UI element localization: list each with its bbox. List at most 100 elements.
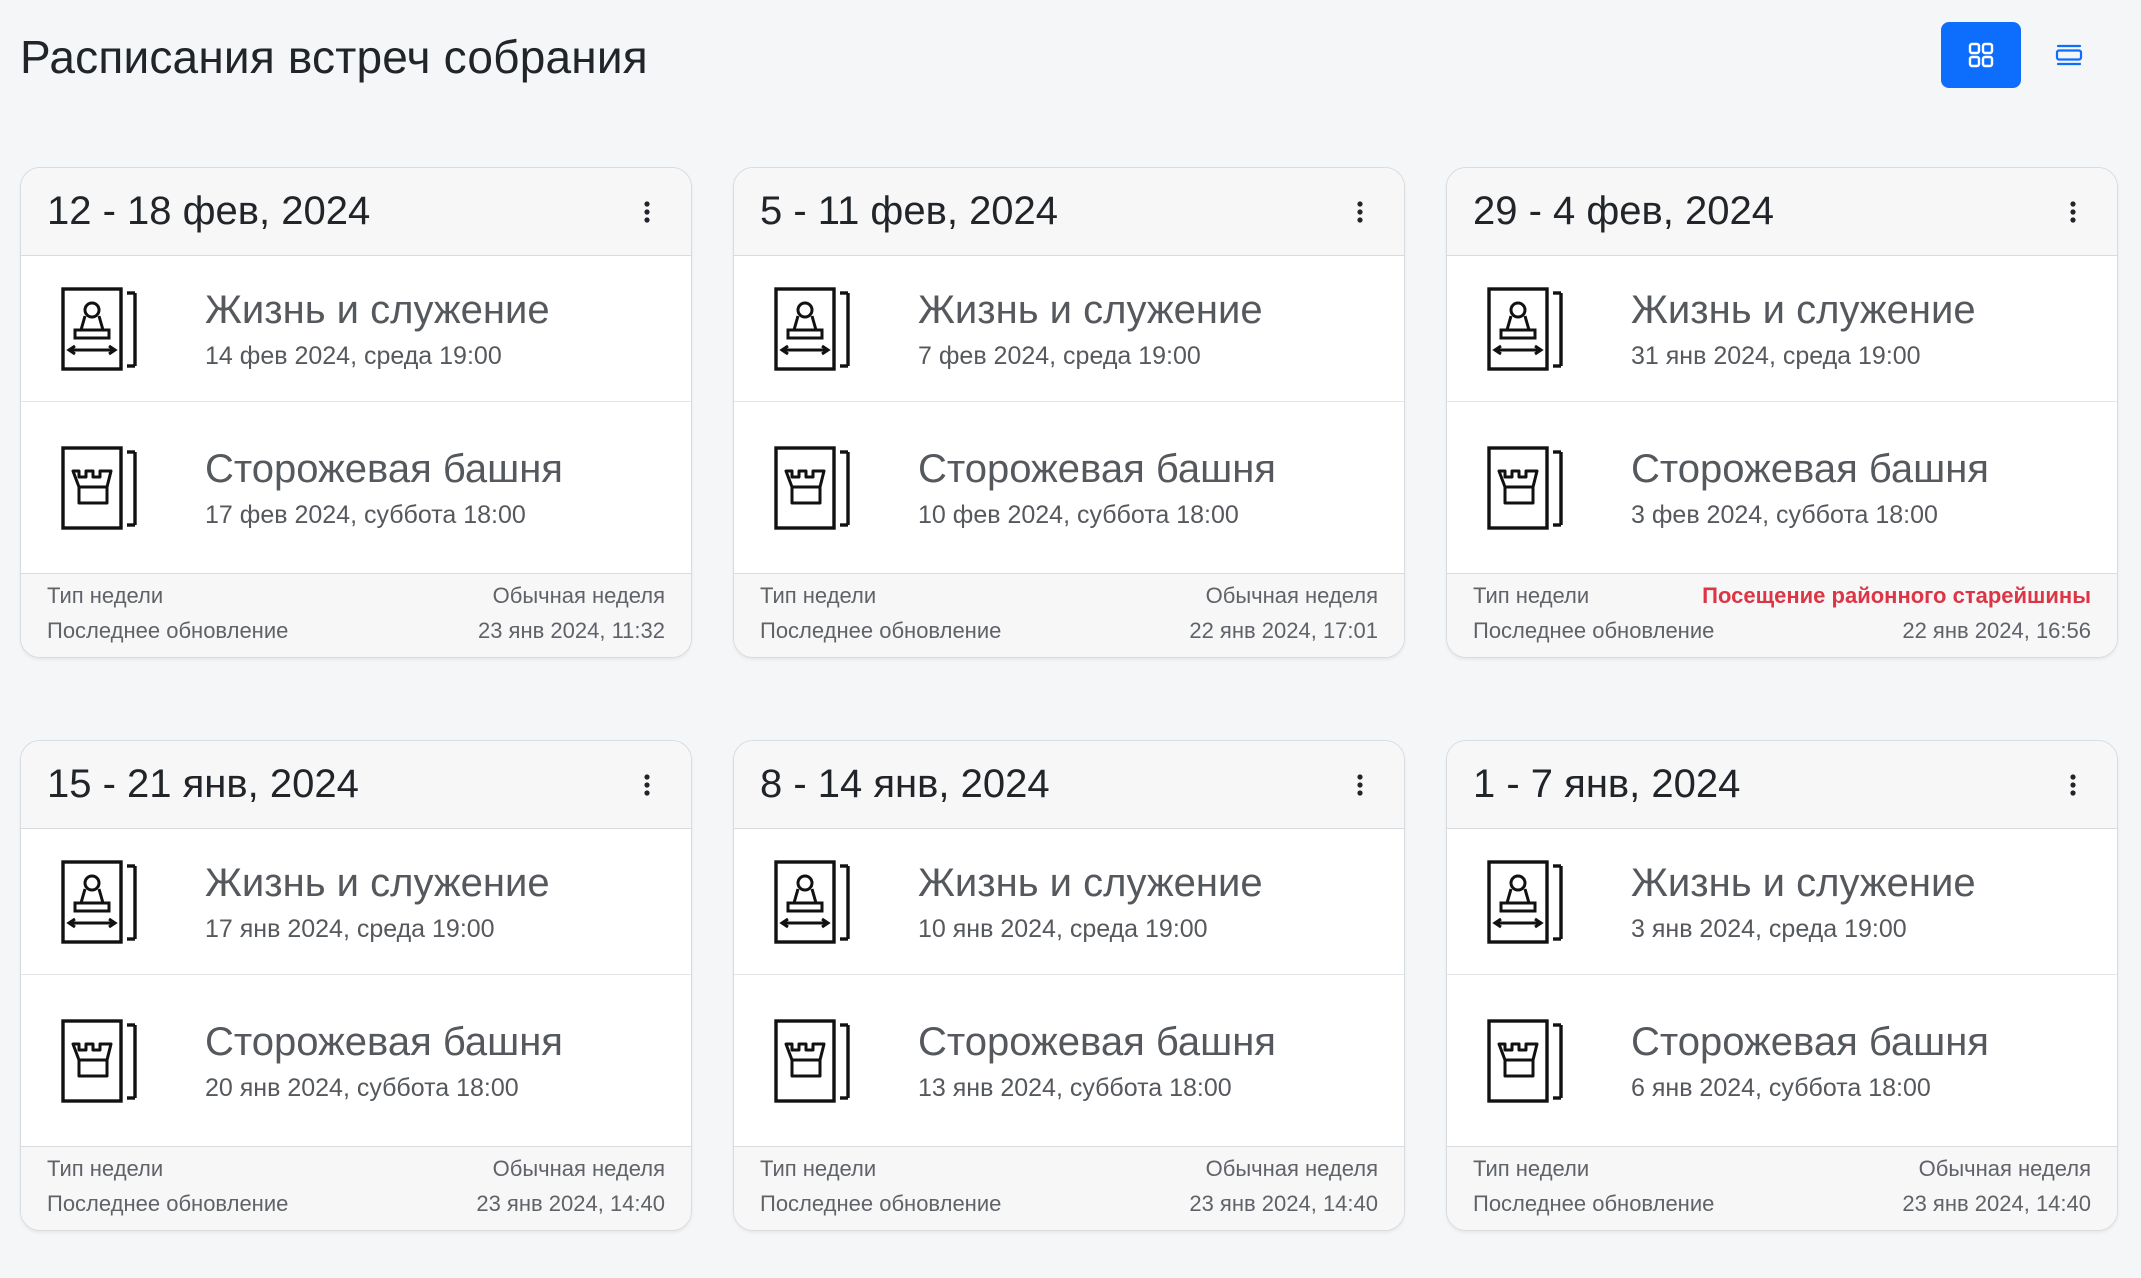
life-ministry-icon — [61, 286, 137, 371]
more-menu-button[interactable] — [2055, 192, 2091, 232]
meeting-date: 6 янв 2024, суббота 18:00 — [1631, 1074, 1931, 1102]
midweek-meeting-row[interactable]: Жизнь и служение 17 янв 2024, среда 19:0… — [21, 829, 691, 975]
week-type-value: Обычная неделя — [492, 583, 665, 608]
last-update-value: 23 янв 2024, 14:40 — [1189, 1191, 1378, 1216]
watchtower-icon — [774, 445, 850, 530]
card-footer: Тип недели Обычная неделя Последнее обно… — [734, 574, 1404, 657]
midweek-meeting-row[interactable]: Жизнь и служение 10 янв 2024, среда 19:0… — [734, 829, 1404, 975]
life-ministry-icon — [61, 859, 137, 944]
week-type-label: Тип недели — [760, 583, 877, 608]
week-type-row: Тип недели Обычная неделя — [760, 578, 1378, 613]
last-update-value: 22 янв 2024, 17:01 — [1189, 618, 1378, 643]
week-type-row: Тип недели Обычная неделя — [760, 1151, 1378, 1186]
weekend-meeting-row[interactable]: Сторожевая башня 13 янв 2024, суббота 18… — [734, 975, 1404, 1147]
last-update-row: Последнее обновление 23 янв 2024, 14:40 — [1473, 1186, 2091, 1221]
meeting-date: 31 янв 2024, среда 19:00 — [1631, 342, 1921, 370]
schedule-card: 1 - 7 янв, 2024 Жизнь и служение 3 янв 2… — [1446, 740, 2118, 1231]
page-title: Расписания встреч собрания — [20, 31, 648, 83]
view-toggle — [1941, 22, 2093, 88]
meeting-date: 10 янв 2024, среда 19:00 — [918, 915, 1208, 943]
meeting-title: Сторожевая башня — [205, 1020, 563, 1064]
last-update-row: Последнее обновление 22 янв 2024, 17:01 — [760, 613, 1378, 648]
week-type-row: Тип недели Обычная неделя — [1473, 1151, 2091, 1186]
card-footer: Тип недели Обычная неделя Последнее обно… — [21, 1147, 691, 1230]
last-update-value: 23 янв 2024, 11:32 — [477, 618, 665, 643]
kebab-icon — [2070, 200, 2076, 223]
week-type-value: Обычная неделя — [1205, 1156, 1378, 1181]
weekend-meeting-row[interactable]: Сторожевая башня 17 фев 2024, суббота 18… — [21, 402, 691, 574]
meeting-title: Сторожевая башня — [918, 1020, 1276, 1064]
kebab-icon — [1357, 773, 1363, 796]
grid-view-button[interactable] — [1941, 22, 2021, 88]
week-range: 15 - 21 янв, 2024 — [47, 762, 359, 806]
more-menu-button[interactable] — [629, 765, 665, 805]
week-type-value: Обычная неделя — [492, 1156, 665, 1181]
grid-icon — [1968, 42, 1994, 68]
watchtower-icon — [1487, 445, 1563, 530]
card-footer: Тип недели Обычная неделя Последнее обно… — [734, 1147, 1404, 1230]
meeting-title: Жизнь и служение — [918, 288, 1263, 332]
last-update-label: Последнее обновление — [760, 1191, 1002, 1216]
meeting-title: Жизнь и служение — [205, 861, 550, 905]
week-range: 8 - 14 янв, 2024 — [760, 762, 1050, 806]
watchtower-icon — [61, 1018, 137, 1103]
life-ministry-icon — [1487, 286, 1563, 371]
midweek-meeting-row[interactable]: Жизнь и служение 31 янв 2024, среда 19:0… — [1447, 256, 2117, 402]
week-type-value: Обычная неделя — [1205, 583, 1378, 608]
last-update-row: Последнее обновление 23 янв 2024, 14:40 — [760, 1186, 1378, 1221]
week-type-row: Тип недели Посещение районного старейшин… — [1473, 578, 2091, 613]
week-type-value: Посещение районного старейшины — [1702, 583, 2091, 608]
last-update-label: Последнее обновление — [1473, 618, 1715, 643]
schedule-card: 29 - 4 фев, 2024 Жизнь и служение 31 янв… — [1446, 167, 2118, 658]
week-range: 12 - 18 фев, 2024 — [47, 189, 371, 233]
kebab-icon — [2070, 773, 2076, 796]
card-header: 15 - 21 янв, 2024 — [21, 741, 691, 829]
meeting-title: Сторожевая башня — [1631, 1020, 1989, 1064]
more-menu-button[interactable] — [1342, 765, 1378, 805]
list-view-button[interactable] — [2045, 22, 2093, 88]
schedule-card: 12 - 18 фев, 2024 Жизнь и служение 14 фе… — [20, 167, 692, 658]
midweek-meeting-row[interactable]: Жизнь и служение 3 янв 2024, среда 19:00 — [1447, 829, 2117, 975]
week-range: 29 - 4 фев, 2024 — [1473, 189, 1775, 233]
week-type-label: Тип недели — [760, 1156, 877, 1181]
week-type-row: Тип недели Обычная неделя — [47, 1151, 665, 1186]
meeting-date: 3 фев 2024, суббота 18:00 — [1631, 501, 1938, 529]
weekend-meeting-row[interactable]: Сторожевая башня 10 фев 2024, суббота 18… — [734, 402, 1404, 574]
watchtower-icon — [1487, 1018, 1563, 1103]
more-menu-button[interactable] — [1342, 192, 1378, 232]
week-type-label: Тип недели — [1473, 1156, 1590, 1181]
meeting-date: 13 янв 2024, суббота 18:00 — [918, 1074, 1232, 1102]
watchtower-icon — [61, 445, 137, 530]
meeting-title: Жизнь и служение — [1631, 288, 1976, 332]
week-range: 1 - 7 янв, 2024 — [1473, 762, 1741, 806]
weekend-meeting-row[interactable]: Сторожевая башня 20 янв 2024, суббота 18… — [21, 975, 691, 1147]
last-update-label: Последнее обновление — [47, 1191, 289, 1216]
life-ministry-icon — [774, 286, 850, 371]
weekend-meeting-row[interactable]: Сторожевая башня 3 фев 2024, суббота 18:… — [1447, 402, 2117, 574]
meeting-title: Жизнь и служение — [205, 288, 550, 332]
card-header: 1 - 7 янв, 2024 — [1447, 741, 2117, 829]
kebab-icon — [1357, 200, 1363, 223]
weekend-meeting-row[interactable]: Сторожевая башня 6 янв 2024, суббота 18:… — [1447, 975, 2117, 1147]
last-update-value: 23 янв 2024, 14:40 — [476, 1191, 665, 1216]
card-footer: Тип недели Обычная неделя Последнее обно… — [1447, 1147, 2117, 1230]
watchtower-icon — [774, 1018, 850, 1103]
meeting-title: Жизнь и служение — [1631, 861, 1976, 905]
meeting-date: 17 фев 2024, суббота 18:00 — [205, 501, 526, 529]
meeting-title: Сторожевая башня — [1631, 447, 1989, 491]
page: Расписания встреч собрания 12 - 18 фев, … — [0, 0, 2141, 1278]
last-update-row: Последнее обновление 22 янв 2024, 16:56 — [1473, 613, 2091, 648]
card-footer: Тип недели Обычная неделя Последнее обно… — [21, 574, 691, 657]
midweek-meeting-row[interactable]: Жизнь и служение 14 фев 2024, среда 19:0… — [21, 256, 691, 402]
more-menu-button[interactable] — [2055, 765, 2091, 805]
meeting-title: Сторожевая башня — [205, 447, 563, 491]
more-menu-button[interactable] — [629, 192, 665, 232]
kebab-icon — [644, 200, 650, 223]
midweek-meeting-row[interactable]: Жизнь и служение 7 фев 2024, среда 19:00 — [734, 256, 1404, 402]
meeting-date: 10 фев 2024, суббота 18:00 — [918, 501, 1239, 529]
list-icon — [2055, 44, 2083, 66]
last-update-row: Последнее обновление 23 янв 2024, 14:40 — [47, 1186, 665, 1221]
schedule-grid: 12 - 18 фев, 2024 Жизнь и служение 14 фе… — [20, 167, 2118, 1231]
meeting-date: 17 янв 2024, среда 19:00 — [205, 915, 495, 943]
meeting-date: 20 янв 2024, суббота 18:00 — [205, 1074, 519, 1102]
